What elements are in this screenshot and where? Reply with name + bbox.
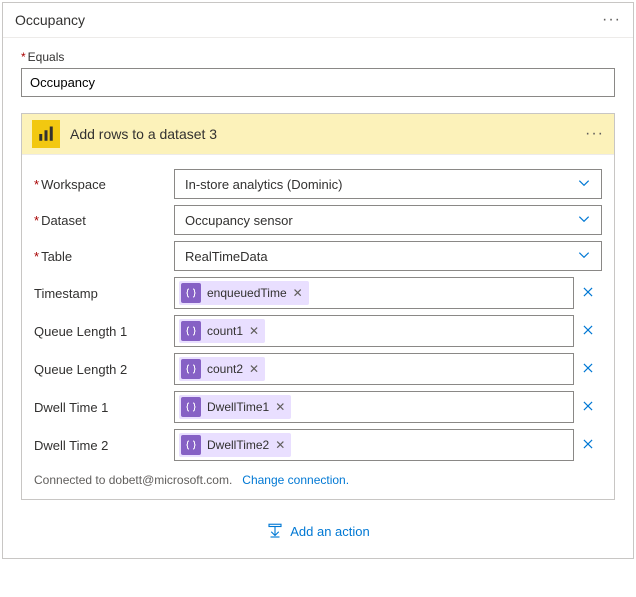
workspace-value: In-store analytics (Dominic)	[185, 177, 343, 192]
change-connection-link[interactable]: Change connection.	[242, 473, 349, 487]
token-text: count2	[207, 362, 243, 376]
dynamic-content-icon	[181, 321, 201, 341]
card-header: Occupancy ···	[3, 3, 633, 38]
chevron-down-icon	[573, 176, 595, 193]
dynamic-content-icon	[181, 283, 201, 303]
connection-info: Connected to dobett@microsoft.com. Chang…	[34, 473, 602, 487]
dwell1-token[interactable]: DwellTime1 ✕	[179, 395, 291, 419]
card-title: Occupancy	[15, 12, 85, 28]
token-text: DwellTime1	[207, 400, 269, 414]
token-remove-icon[interactable]: ✕	[293, 286, 303, 300]
dwell2-input[interactable]: DwellTime2 ✕	[174, 429, 574, 461]
chevron-down-icon	[573, 248, 595, 265]
table-value: RealTimeData	[185, 249, 268, 264]
clear-dwell1-button[interactable]	[574, 399, 602, 416]
workspace-dropdown[interactable]: In-store analytics (Dominic)	[174, 169, 602, 199]
add-action-button[interactable]: Add an action	[21, 522, 615, 540]
token-remove-icon[interactable]: ✕	[249, 362, 259, 376]
dynamic-content-icon	[181, 397, 201, 417]
clear-timestamp-button[interactable]	[574, 285, 602, 302]
dwell1-label: Dwell Time 1	[34, 400, 174, 415]
token-text: DwellTime2	[207, 438, 269, 452]
timestamp-token[interactable]: enqueuedTime ✕	[179, 281, 309, 305]
chevron-down-icon	[573, 212, 595, 229]
connection-text: Connected to dobett@microsoft.com.	[34, 473, 232, 487]
token-remove-icon[interactable]: ✕	[275, 400, 285, 414]
token-text: count1	[207, 324, 243, 338]
action-header: Add rows to a dataset 3 ···	[22, 114, 614, 155]
more-icon[interactable]: ···	[602, 11, 621, 29]
action-more-icon[interactable]: ···	[585, 125, 604, 143]
card-body: Equals Add rows to a dataset 3 ··· Works…	[3, 38, 633, 558]
action-card: Add rows to a dataset 3 ··· Workspace In…	[21, 113, 615, 500]
clear-dwell2-button[interactable]	[574, 437, 602, 454]
workspace-label: Workspace	[34, 177, 174, 192]
dynamic-content-icon	[181, 435, 201, 455]
powerbi-icon	[32, 120, 60, 148]
token-remove-icon[interactable]: ✕	[249, 324, 259, 338]
add-action-label: Add an action	[290, 524, 370, 539]
queue2-label: Queue Length 2	[34, 362, 174, 377]
occupancy-card: Occupancy ··· Equals Add rows to a datas…	[2, 2, 634, 559]
token-text: enqueuedTime	[207, 286, 287, 300]
queue1-label: Queue Length 1	[34, 324, 174, 339]
action-body: Workspace In-store analytics (Dominic) D…	[22, 155, 614, 499]
clear-queue1-button[interactable]	[574, 323, 602, 340]
dataset-label: Dataset	[34, 213, 174, 228]
dwell2-token[interactable]: DwellTime2 ✕	[179, 433, 291, 457]
dynamic-content-icon	[181, 359, 201, 379]
table-dropdown[interactable]: RealTimeData	[174, 241, 602, 271]
clear-queue2-button[interactable]	[574, 361, 602, 378]
equals-input[interactable]	[21, 68, 615, 97]
queue2-input[interactable]: count2 ✕	[174, 353, 574, 385]
dwell2-label: Dwell Time 2	[34, 438, 174, 453]
table-label: Table	[34, 249, 174, 264]
add-action-icon	[266, 522, 284, 540]
dataset-value: Occupancy sensor	[185, 213, 293, 228]
timestamp-label: Timestamp	[34, 286, 174, 301]
action-title: Add rows to a dataset 3	[70, 126, 585, 142]
timestamp-input[interactable]: enqueuedTime ✕	[174, 277, 574, 309]
queue2-token[interactable]: count2 ✕	[179, 357, 265, 381]
queue1-token[interactable]: count1 ✕	[179, 319, 265, 343]
queue1-input[interactable]: count1 ✕	[174, 315, 574, 347]
equals-label: Equals	[21, 50, 615, 64]
dwell1-input[interactable]: DwellTime1 ✕	[174, 391, 574, 423]
dataset-dropdown[interactable]: Occupancy sensor	[174, 205, 602, 235]
token-remove-icon[interactable]: ✕	[275, 438, 285, 452]
